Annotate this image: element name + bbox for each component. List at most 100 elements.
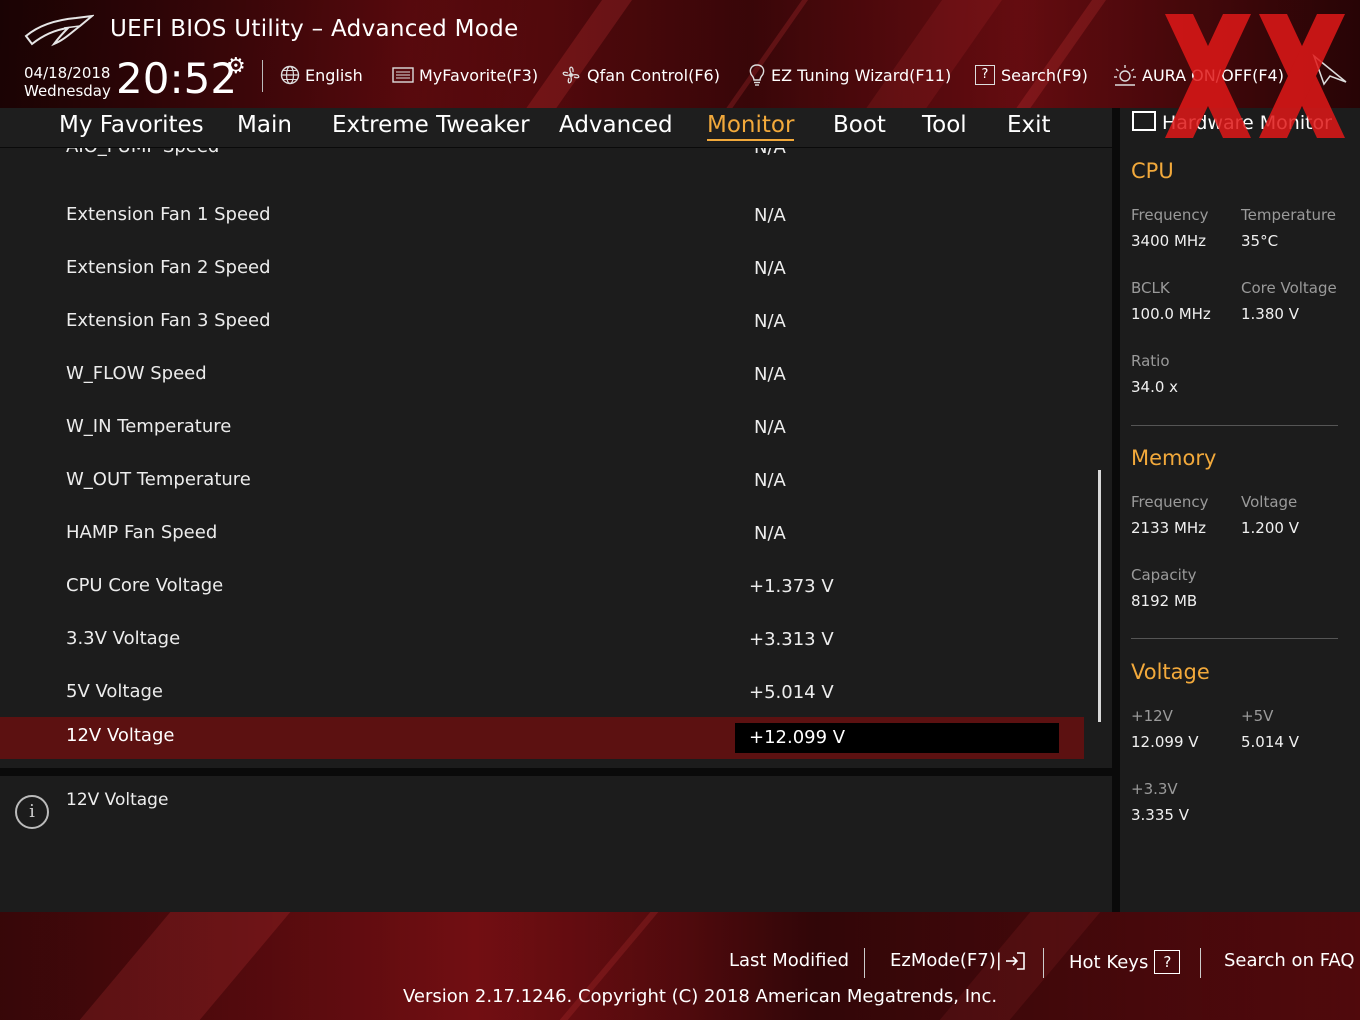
question-box-icon: ? [975,65,995,85]
memory-frequency-value: 2133 MHz [1131,519,1207,537]
fan-icon [562,66,580,84]
cpu-heading: CPU [1131,159,1174,183]
myfavorite-button[interactable]: MyFavorite(F3) [392,63,538,87]
item-label: W_OUT Temperature [66,469,251,490]
aura-label: AURA ON/OFF(F4) [1142,65,1284,85]
list-item[interactable]: W_OUT Temperature N/A [0,455,1084,508]
tab-monitor[interactable]: Monitor [707,112,795,141]
list-item-selected[interactable]: 12V Voltage +12.099 V [0,717,1084,759]
item-value-box: +12.099 V [735,723,1059,753]
date-text: 04/18/2018 [24,64,111,82]
tab-advanced[interactable]: Advanced [559,112,673,138]
memory-voltage-value: 1.200 V [1241,519,1299,537]
item-label: 5V Voltage [66,681,164,702]
tab-my-favorites[interactable]: My Favorites [59,112,204,138]
panel-divider [0,768,1112,776]
aura-light-icon [1114,65,1136,86]
item-value: +12.099 V [749,727,846,748]
hot-keys-label: Hot Keys [1069,951,1149,973]
ratio-value: 34.0 x [1131,378,1179,396]
memory-frequency-label: Frequency [1131,493,1209,511]
tab-tool[interactable]: Tool [922,112,967,138]
tab-main[interactable]: Main [237,112,292,138]
gear-icon[interactable]: ⚙ [226,54,246,79]
item-label: 12V Voltage [66,725,175,746]
item-label: HAMP Fan Speed [66,522,218,543]
cpu-temperature-value: 35°C [1241,232,1279,250]
core-voltage-value: 1.380 V [1241,305,1299,323]
aura-toggle-button[interactable]: AURA ON/OFF(F4) [1113,63,1284,87]
header-divider [262,60,263,92]
list-item[interactable]: 3.3V Voltage +3.313 V [0,614,1084,667]
v33-value: 3.335 V [1131,806,1189,824]
language-label: English [305,65,363,85]
help-text: 12V Voltage [66,790,169,810]
item-value: N/A [754,148,786,158]
list-item[interactable]: W_FLOW Speed N/A [0,349,1084,402]
v33-label: +3.3V [1131,780,1178,798]
list-item[interactable]: 5V Voltage +5.014 V [0,667,1084,720]
v12-label: +12V [1131,707,1173,725]
hardware-monitor-header: Hardware Monitor [1132,111,1332,134]
voltage-heading: Voltage [1131,660,1210,684]
language-button[interactable]: English [280,63,363,87]
app-title: UEFI BIOS Utility – Advanced Mode [110,16,519,42]
favorites-list-icon [392,67,414,83]
globe-icon [280,65,300,85]
cpu-frequency-value: 3400 MHz [1131,232,1207,250]
tab-exit[interactable]: Exit [1007,112,1051,138]
item-value: N/A [754,205,786,226]
footer-divider [864,948,865,978]
ez-tuning-wizard-button[interactable]: EZ Tuning Wizard(F11) [748,63,951,87]
info-icon: i [15,795,49,829]
monitor-icon [1132,111,1156,131]
item-value: +3.313 V [749,629,834,650]
list-item[interactable]: CPU Core Voltage +1.373 V [0,561,1084,614]
hot-keys-button[interactable]: Hot Keys ? [1069,950,1181,974]
memory-heading: Memory [1131,446,1217,470]
ezmode-label: EzMode(F7)| [890,950,1002,971]
item-value: N/A [754,364,786,385]
list-item[interactable]: Extension Fan 3 Speed N/A [0,296,1084,349]
list-scrollbar[interactable] [1098,470,1101,722]
memory-voltage-label: Voltage [1241,493,1298,511]
item-value: +1.373 V [749,576,834,597]
version-text: Version 2.17.1246. Copyright (C) 2018 Am… [403,986,998,1007]
search-label: Search(F9) [1001,65,1088,85]
list-item-partial[interactable]: AIO_PUMP Speed N/A [0,148,1084,175]
ratio-label: Ratio [1131,352,1170,370]
list-item[interactable]: W_IN Temperature N/A [0,402,1084,455]
tab-boot[interactable]: Boot [833,112,886,138]
capacity-value: 8192 MB [1131,592,1198,610]
cpu-frequency-label: Frequency [1131,206,1209,224]
item-value: N/A [754,311,786,332]
search-button[interactable]: ? Search(F9) [975,63,1088,87]
item-label: Extension Fan 1 Speed [66,204,271,225]
v5-value: 5.014 V [1241,733,1299,751]
last-modified-button[interactable]: Last Modified [729,950,849,971]
section-divider [1131,425,1338,426]
list-item[interactable]: HAMP Fan Speed N/A [0,508,1084,561]
footer-divider [1200,948,1201,978]
hardware-monitor-title: Hardware Monitor [1162,112,1332,134]
question-box-icon: ? [1154,950,1181,974]
bclk-label: BCLK [1131,279,1170,297]
v12-value: 12.099 V [1131,733,1199,751]
search-faq-button[interactable]: Search on FAQ [1224,950,1355,971]
rog-logo [24,14,94,47]
item-value: +5.014 V [749,682,834,703]
list-item[interactable]: Extension Fan 2 Speed N/A [0,243,1084,296]
item-label: 3.3V Voltage [66,628,181,649]
list-item[interactable]: Extension Fan 1 Speed N/A [0,190,1084,243]
lightbulb-icon [749,64,765,86]
item-label: Extension Fan 2 Speed [66,257,271,278]
clock-time: 20:52 [116,54,238,103]
ezmode-button[interactable]: EzMode(F7)| [890,950,1026,971]
capacity-label: Capacity [1131,566,1197,584]
footer-divider [1043,948,1044,978]
myfavorite-label: MyFavorite(F3) [419,65,539,85]
monitor-list: AIO_PUMP Speed N/A Extension Fan 1 Speed… [0,148,1112,768]
cpu-temperature-label: Temperature [1241,206,1337,224]
qfan-control-button[interactable]: Qfan Control(F6) [560,63,720,87]
tab-extreme-tweaker[interactable]: Extreme Tweaker [332,112,530,138]
